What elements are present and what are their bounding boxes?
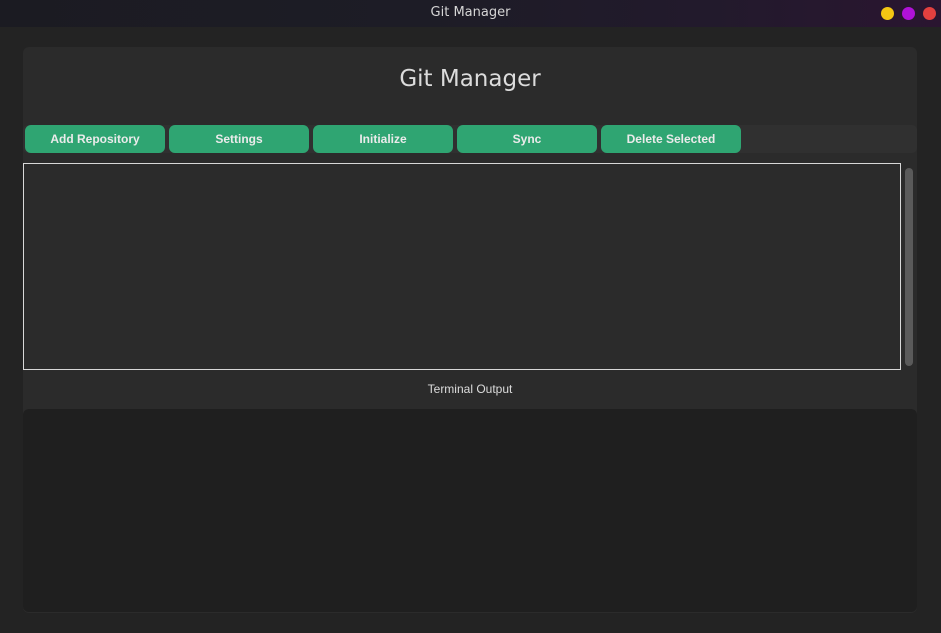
terminal-output-label: Terminal Output [427, 382, 513, 396]
settings-button[interactable]: Settings [169, 125, 309, 153]
app-window: Git Manager Git Manager Add Repository S… [0, 0, 941, 633]
terminal-output[interactable] [23, 409, 917, 612]
delete-selected-button[interactable]: Delete Selected [601, 125, 741, 153]
title-bar[interactable]: Git Manager [0, 0, 941, 27]
window-title: Git Manager [430, 5, 511, 20]
minimize-icon[interactable] [881, 7, 894, 20]
add-repository-button[interactable]: Add Repository [25, 125, 165, 153]
close-icon[interactable] [923, 7, 936, 20]
repository-list[interactable] [23, 163, 901, 370]
page-title: Git Manager [399, 66, 541, 92]
scrollbar-thumb[interactable] [905, 168, 913, 366]
sync-button[interactable]: Sync [457, 125, 597, 153]
maximize-icon[interactable] [902, 7, 915, 20]
initialize-button[interactable]: Initialize [313, 125, 453, 153]
